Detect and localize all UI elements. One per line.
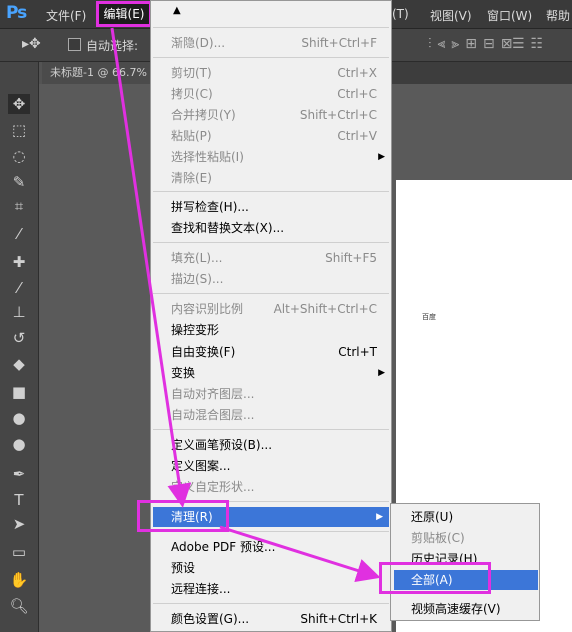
menu-item-pdf-presets[interactable]: Adobe PDF 预设...	[171, 537, 381, 557]
submenu-item-undo[interactable]: 还原(U)	[411, 507, 537, 527]
submenu-arrow-icon: ▶	[378, 368, 385, 378]
menu-separator	[153, 57, 389, 58]
pen-tool-icon[interactable]: ✒	[8, 464, 30, 484]
path-select-icon[interactable]: ➤	[8, 514, 30, 534]
marquee-tool-icon[interactable]: ⬚	[8, 120, 30, 140]
auto-select-label: 自动选择:	[86, 39, 139, 53]
menu-separator	[153, 191, 389, 192]
move-tool-icon[interactable]: ✥	[8, 94, 30, 114]
hand-tool-icon[interactable]: ✋	[8, 570, 30, 590]
menu-separator	[153, 27, 389, 28]
menu-item-define-brush[interactable]: 定义画笔预设(B)...	[171, 435, 381, 455]
quick-select-tool-icon[interactable]: ✎	[8, 172, 30, 192]
menu-separator	[153, 242, 389, 243]
toolbox: ✥ ⬚ ◌ ✎ ⌗ ⁄ ✚ ⁄ ⊥ ↺ ◆ ■ ● ● ✒ T ➤ ▭ ✋ 🔍︎	[0, 62, 39, 632]
stamp-tool-icon[interactable]: ⊥	[8, 302, 30, 322]
all-annotation-box	[379, 562, 491, 594]
submenu-item-video-cache[interactable]: 视频高速缓存(V)	[411, 599, 537, 619]
menu-item-paste[interactable]: 粘贴(P) Ctrl+V	[171, 126, 381, 146]
menu-item-copy[interactable]: 拷贝(C) Ctrl+C	[171, 84, 381, 104]
menu-item-transform[interactable]: 变换	[171, 363, 381, 383]
menu-window[interactable]: 窗口(W)	[487, 7, 532, 24]
distribute-icons[interactable]: ☰☷	[512, 36, 549, 52]
menu-item-auto-align[interactable]: 自动对齐图层...	[171, 384, 381, 404]
history-brush-icon[interactable]: ↺	[8, 328, 30, 348]
auto-select-checkbox[interactable]	[68, 38, 81, 51]
menu-item-color-settings[interactable]: 颜色设置(G)... Shift+Ctrl+K	[171, 609, 381, 629]
submenu-arrow-icon: ▶	[376, 512, 383, 522]
brush-tool-icon[interactable]: ⁄	[8, 278, 30, 298]
shape-tool-icon[interactable]: ▭	[8, 542, 30, 562]
align-icons[interactable]: ⫶⫷⫸⊞⊟⊠	[428, 36, 518, 52]
menu-item-stroke[interactable]: 描边(S)...	[171, 269, 381, 289]
menu-item-cut[interactable]: 剪切(T) Ctrl+X	[171, 63, 381, 83]
document-tab[interactable]: 未标题-1 @ 66.7%	[42, 62, 150, 84]
menu-item-presets[interactable]: 预设	[171, 558, 381, 578]
blur-tool-icon[interactable]: ●	[8, 408, 30, 428]
menu-item-clear[interactable]: 清除(E)	[171, 168, 381, 188]
photoshop-logo: Ps	[6, 3, 27, 23]
menu-item-puppet-warp[interactable]: 操控变形	[171, 320, 381, 340]
menu-separator	[153, 429, 389, 430]
menu-item-fade[interactable]: 渐隐(D)... Shift+Ctrl+F	[171, 33, 381, 53]
menu-item-content-aware-scale[interactable]: 内容识别比例 Alt+Shift+Ctrl+C	[171, 299, 381, 319]
dodge-tool-icon[interactable]: ●	[8, 434, 30, 454]
menu-item-remote-connections[interactable]: 远程连接...	[171, 579, 381, 599]
menu-help[interactable]: 帮助	[546, 7, 570, 24]
healing-brush-icon[interactable]: ✚	[8, 252, 30, 272]
eyedropper-tool-icon[interactable]: ⁄	[8, 224, 30, 244]
menu-item-fill[interactable]: 填充(L)... Shift+F5	[171, 248, 381, 268]
menu-view[interactable]: 视图(V)	[430, 7, 472, 24]
menu-item-auto-blend[interactable]: 自动混合图层...	[171, 405, 381, 425]
lasso-tool-icon[interactable]: ◌	[8, 146, 30, 166]
purge-annotation-box	[137, 500, 229, 532]
canvas-text: 百度	[422, 313, 436, 321]
menu-item-find-replace[interactable]: 查找和替换文本(X)...	[171, 218, 381, 238]
scroll-up-arrow-icon[interactable]: ▲	[173, 5, 181, 16]
menu-edit[interactable]: 编辑(E)	[96, 1, 152, 27]
gradient-tool-icon[interactable]: ■	[8, 382, 30, 402]
menu-item-paste-special[interactable]: 选择性粘贴(I)	[171, 147, 381, 167]
move-tool-icon[interactable]: ▸✥	[22, 36, 41, 52]
menu-separator	[153, 293, 389, 294]
submenu-arrow-icon: ▶	[378, 152, 385, 162]
menu-item-define-shape[interactable]: 定义自定形状...	[171, 477, 381, 497]
menu-item-spell-check[interactable]: 拼写检查(H)...	[171, 197, 381, 217]
menu-item-free-transform[interactable]: 自由变换(F) Ctrl+T	[171, 342, 381, 362]
type-tool-icon[interactable]: T	[8, 490, 30, 510]
menu-item-define-pattern[interactable]: 定义图案...	[171, 456, 381, 476]
menu-item-copy-merged[interactable]: 合并拷贝(Y) Shift+Ctrl+C	[171, 105, 381, 125]
zoom-tool-icon[interactable]: 🔍︎	[8, 596, 30, 616]
edit-menu: ▲ 渐隐(D)... Shift+Ctrl+F 剪切(T) Ctrl+X 拷贝(C)…	[150, 0, 392, 632]
menu-file[interactable]: 文件(F)	[46, 7, 86, 24]
submenu-item-clipboard[interactable]: 剪贴板(C)	[411, 528, 537, 548]
eraser-tool-icon[interactable]: ◆	[8, 354, 30, 374]
crop-tool-icon[interactable]: ⌗	[8, 196, 30, 216]
menu-filter[interactable]: (T)	[392, 7, 409, 21]
menu-separator	[153, 603, 389, 604]
